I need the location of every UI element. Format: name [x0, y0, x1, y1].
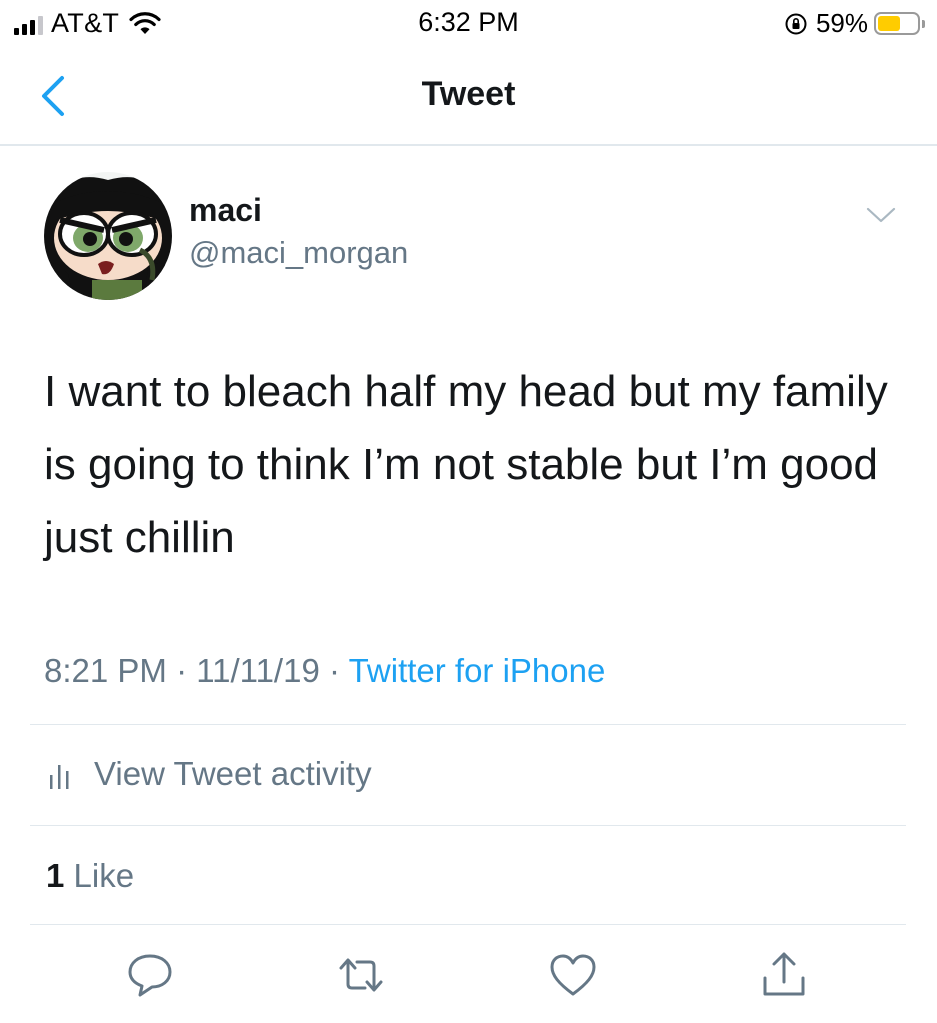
chevron-down-icon[interactable]	[865, 204, 897, 226]
navigation-bar: Tweet	[0, 46, 937, 146]
tweet-source-link[interactable]: Twitter for iPhone	[349, 652, 606, 689]
likes-label: Like	[73, 857, 135, 894]
divider	[30, 724, 906, 725]
tweet-text: I want to bleach half my head but my fam…	[44, 367, 888, 562]
view-tweet-activity-label: View Tweet activity	[94, 755, 372, 792]
view-tweet-activity-button[interactable]: View Tweet activity	[48, 755, 372, 793]
tweet-date: 11/11/19	[196, 652, 320, 689]
orientation-lock-icon	[785, 13, 807, 34]
display-name[interactable]: maci	[189, 192, 262, 229]
tweet-meta: 8:21 PM · 11/11/19 · Twitter for iPhone	[44, 652, 605, 690]
battery-icon	[874, 12, 920, 35]
status-right: 59%	[784, 8, 925, 39]
avatar-image	[44, 172, 172, 300]
likes-number: 1	[46, 857, 65, 894]
avatar[interactable]	[44, 172, 172, 300]
tweet-time: 8:21 PM	[44, 652, 167, 689]
share-icon[interactable]	[759, 950, 809, 1000]
like-icon[interactable]	[548, 950, 598, 1000]
battery-level	[878, 16, 901, 31]
retweet-icon[interactable]	[336, 950, 386, 1000]
divider	[30, 924, 906, 925]
meta-separator: ·	[328, 652, 340, 689]
meta-separator: ·	[176, 652, 188, 689]
bar-chart-icon	[50, 765, 69, 789]
likes-count[interactable]: 1 Like	[46, 857, 134, 895]
battery-tip	[922, 19, 925, 28]
battery-percent: 59%	[815, 8, 868, 38]
status-bar: AT&T 6:32 PM 59%	[0, 0, 937, 46]
page-title: Tweet	[421, 75, 516, 113]
user-handle[interactable]: @maci_morgan	[189, 235, 408, 271]
divider	[30, 825, 906, 826]
reply-icon[interactable]	[125, 950, 175, 1000]
